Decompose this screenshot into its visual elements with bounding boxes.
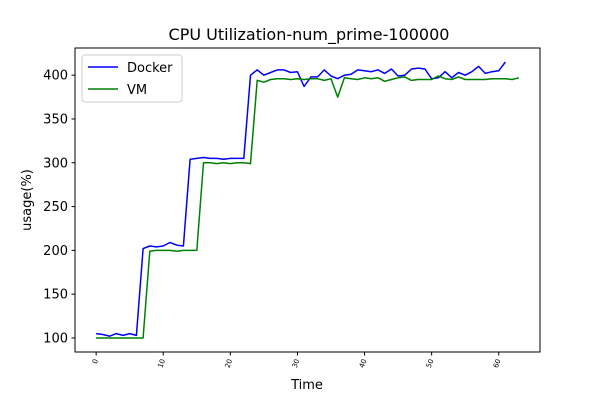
y-tick-label: 250 [43, 200, 68, 215]
chart: CPU Utilization-num_prime-100000 100 150 2… [0, 0, 600, 400]
y-tick-label: 200 [43, 244, 68, 259]
chart-title: CPU Utilization-num_prime-100000 [169, 25, 450, 45]
x-axis-label: Time [290, 378, 323, 393]
y-tick-label: 300 [43, 156, 68, 171]
y-tick-label: 100 [43, 331, 68, 346]
legend: Docker VM [81, 54, 183, 103]
legend-label-docker: Docker [127, 61, 173, 76]
y-tick-label: 150 [43, 288, 68, 303]
y-tick-label: 350 [43, 112, 68, 127]
y-axis-label: usage(%) [20, 169, 35, 231]
legend-label-vm: VM [127, 83, 147, 98]
y-tick-label: 400 [43, 69, 68, 84]
